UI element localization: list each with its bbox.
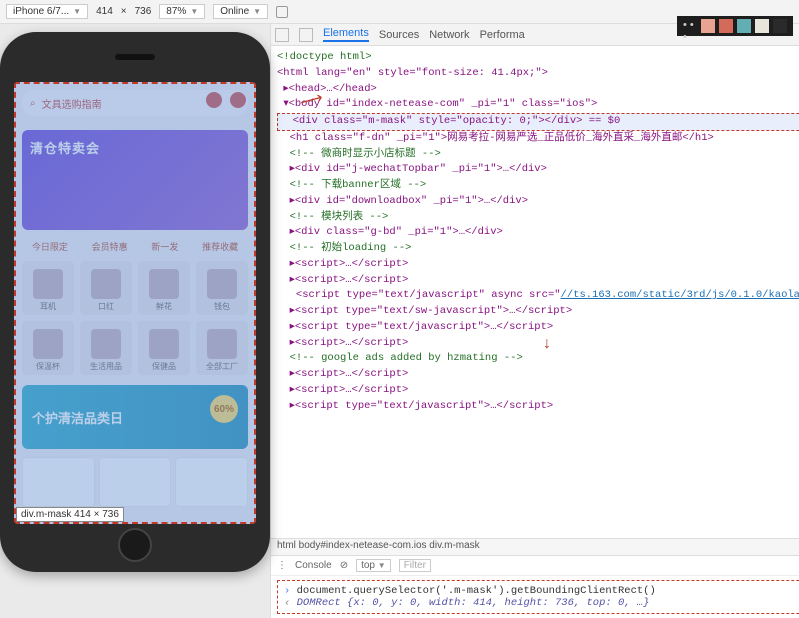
console-body[interactable]: › document.querySelector('.m-mask').getB…	[277, 580, 799, 614]
dom-line[interactable]: <!doctype html>	[277, 50, 799, 66]
dom-line[interactable]: <h1 class="f-dn" _pi="1">网易考拉-网易严选_正品低价_…	[277, 131, 799, 147]
inspect-tooltip: div.m-mask 414 × 736	[16, 507, 124, 522]
product-tile[interactable]: 生活用品	[80, 321, 132, 375]
dom-comment[interactable]: <!-- 初始loading -->	[277, 241, 799, 257]
console-output-line: ‹ DOMRect {x: 0, y: 0, width: 414, heigh…	[284, 597, 799, 609]
console-menu-icon[interactable]: ⋮	[277, 560, 287, 571]
context-select[interactable]: top ▼	[356, 559, 391, 572]
viewport-width[interactable]: 414	[96, 6, 113, 17]
phone-frame: ⌕ 文具选购指南 清仓特卖会 今日限定 会员特惠 新一发 推荐收藏 耳机	[0, 32, 270, 572]
dom-line[interactable]: ▸<script type="text/javascript">…</scrip…	[277, 320, 799, 336]
viewport-height[interactable]: 736	[135, 6, 152, 17]
banner-title: 清仓特卖会	[30, 141, 100, 156]
user-icon[interactable]	[206, 92, 222, 108]
product-tile[interactable]: 保健品	[138, 321, 190, 375]
console-input-line[interactable]: › document.querySelector('.m-mask').getB…	[284, 585, 799, 597]
dom-line[interactable]: ▸<div class="g-bd" _pi="1">…</div>	[277, 225, 799, 241]
card-row	[22, 457, 248, 507]
product-tile[interactable]: 鲜花	[138, 261, 190, 315]
dom-line[interactable]: ▸<script>…</script>	[277, 273, 799, 289]
dom-comment[interactable]: <!-- google ads added by hzmating -->	[277, 351, 799, 367]
dimension-separator: ×	[121, 6, 127, 17]
category-nav: 今日限定 会员特惠 新一发 推荐收藏	[20, 240, 250, 253]
nav-item[interactable]: 会员特惠	[92, 240, 128, 253]
dom-line[interactable]: ▾<body id="index-netease-com" _pi="1" cl…	[277, 97, 799, 113]
promo-banner[interactable]: 个护清洁品类日 60%	[22, 385, 248, 449]
promo-text: 个护清洁品类日	[32, 408, 123, 427]
swatch-dots: • • •	[683, 19, 697, 33]
dom-comment[interactable]: <!-- 微商时显示小店标题 -->	[277, 147, 799, 163]
devtools-panel: Elements Sources Network Performa <!doct…	[270, 24, 799, 618]
clear-console-icon[interactable]: ⊘	[340, 560, 348, 571]
color-swatch-bar: • • •	[677, 16, 793, 36]
dom-line[interactable]: ▸<script type="text/javascript">…</scrip…	[277, 399, 799, 415]
dom-breadcrumb[interactable]: html body#index-netease-com.ios div.m-ma…	[271, 538, 799, 556]
dom-line[interactable]: ▸<script>…</script>	[277, 257, 799, 273]
chevron-down-icon: ▼	[73, 7, 81, 16]
nav-item[interactable]: 推荐收藏	[202, 240, 238, 253]
swatch-4[interactable]	[755, 19, 769, 33]
phone-screen[interactable]: ⌕ 文具选购指南 清仓特卖会 今日限定 会员特惠 新一发 推荐收藏 耳机	[14, 82, 256, 524]
cart-icon[interactable]	[230, 92, 246, 108]
promo-badge: 60%	[210, 395, 238, 423]
dom-line[interactable]: ▸<div id="downloadbox" _pi="1">…</div>	[277, 194, 799, 210]
product-tile[interactable]: 钱包	[196, 261, 248, 315]
product-tile[interactable]: 全部工厂	[196, 321, 248, 375]
tab-performance[interactable]: Performa	[480, 29, 525, 41]
swatch-1[interactable]	[701, 19, 715, 33]
search-placeholder: 文具选购指南	[42, 96, 102, 111]
product-tile[interactable]: 口红	[80, 261, 132, 315]
device-preview-pane: ⌕ 文具选购指南 清仓特卖会 今日限定 会员特惠 新一发 推荐收藏 耳机	[0, 24, 270, 618]
main-banner[interactable]: 清仓特卖会	[22, 130, 248, 230]
device-toggle-icon[interactable]	[299, 28, 313, 42]
filter-input[interactable]: Filter	[399, 559, 431, 572]
product-tile[interactable]: 耳机	[22, 261, 74, 315]
dom-tree[interactable]: <!doctype html> <html lang="en" style="f…	[271, 46, 799, 538]
dom-line[interactable]: ▸<head>…</head>	[277, 82, 799, 98]
dom-line[interactable]: ▸<script>…</script>	[277, 383, 799, 399]
inspect-icon[interactable]	[275, 28, 289, 42]
console-tab[interactable]: Console	[295, 560, 332, 571]
rotate-icon[interactable]	[276, 6, 288, 18]
chevron-down-icon: ▼	[190, 7, 198, 16]
product-grid: 耳机 口红 鲜花 钱包 保温杯 生活用品 保健品 全部工厂	[22, 261, 248, 375]
swatch-2[interactable]	[719, 19, 733, 33]
dom-line[interactable]: <html lang="en" style="font-size: 41.4px…	[277, 66, 799, 82]
product-tile[interactable]: 保温杯	[22, 321, 74, 375]
network-state-select[interactable]: Online▼	[213, 4, 268, 19]
console-toolbar: ⋮ Console ⊘ top ▼ Filter Default levels …	[271, 556, 799, 576]
tab-elements[interactable]: Elements	[323, 27, 369, 42]
card[interactable]	[22, 457, 95, 507]
dom-comment[interactable]: <!-- 模块列表 -->	[277, 210, 799, 226]
device-select[interactable]: iPhone 6/7...▼	[6, 4, 88, 19]
search-icon: ⌕	[30, 98, 36, 109]
swatch-3[interactable]	[737, 19, 751, 33]
home-button[interactable]	[118, 528, 152, 562]
card[interactable]	[99, 457, 172, 507]
tab-network[interactable]: Network	[429, 29, 469, 41]
dom-comment[interactable]: <!-- 下载banner区域 -->	[277, 178, 799, 194]
dom-line[interactable]: ▸<script>…</script>	[277, 367, 799, 383]
swatch-5[interactable]	[773, 19, 787, 33]
tab-sources[interactable]: Sources	[379, 29, 419, 41]
dom-line[interactable]: ▸<script type="text/sw-javascript">…</sc…	[277, 304, 799, 320]
zoom-select[interactable]: 87%▼	[159, 4, 205, 19]
nav-item[interactable]: 新一发	[151, 240, 178, 253]
dom-line[interactable]: ▸<div id="j-wechatTopbar" _pi="1">…</div…	[277, 162, 799, 178]
dom-line-selected[interactable]: <div class="m-mask" style="opacity: 0;">…	[277, 113, 799, 131]
card[interactable]	[175, 457, 248, 507]
nav-item[interactable]: 今日限定	[32, 240, 68, 253]
dom-line[interactable]: <script type="text/javascript" async src…	[277, 288, 799, 304]
chevron-down-icon: ▼	[253, 7, 261, 16]
annotation-arrow: ↓	[543, 335, 551, 353]
dom-line[interactable]: ▸<script>…</script>	[277, 336, 799, 352]
